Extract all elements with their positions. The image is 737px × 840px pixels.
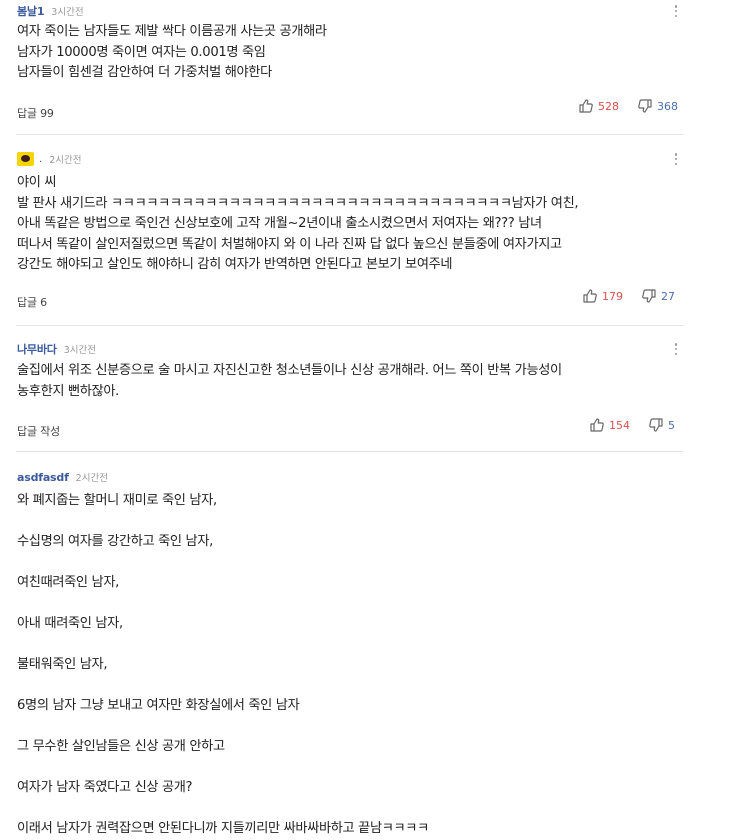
comment-meta: . 2시간전 [17,151,81,167]
comment-line: 그 무수한 살인남들은 신상 공개 안하고 [17,739,225,754]
dislike-button[interactable]: 27 [641,288,675,304]
comment-divider [16,134,683,135]
comment-line: 6명의 남자 그냥 보내고 여자만 화장실에서 죽인 남자 [17,698,300,713]
like-button[interactable]: 179 [582,288,623,304]
reply-button[interactable]: 답글 작성 [17,423,60,439]
comment-line-blank [17,676,677,697]
like-count: 528 [598,99,619,113]
comment-line: 강간도 해야되고 살인도 해야하니 감히 여자가 반역하면 안된다고 본보기 보… [17,257,453,272]
vote-group: 154 5 [589,417,675,433]
thumbs-up-icon [579,99,593,113]
comment-body: 야이 씨 발 판사 새기드라 ㅋㅋㅋㅋㅋㅋㅋㅋㅋㅋㅋㅋㅋㅋㅋㅋㅋㅋㅋㅋㅋㅋㅋㅋㅋ… [17,173,677,276]
reply-button[interactable]: 답글 6 [17,294,47,310]
comment-line: 발 판사 새기드라 ㅋㅋㅋㅋㅋㅋㅋㅋㅋㅋㅋㅋㅋㅋㅋㅋㅋㅋㅋㅋㅋㅋㅋㅋㅋㅋㅋㅋㅋㅋ… [17,195,579,211]
comment-meta: 봄날1 3시간전 [17,3,84,19]
like-count: 154 [609,418,630,432]
comment-line: 아내 때려죽인 남자, [17,616,123,631]
more-options-icon[interactable] [673,341,679,357]
comment-author[interactable]: 나무바다 [17,341,57,357]
kakao-icon [17,152,34,166]
more-options-icon[interactable] [673,151,679,167]
comment-line: 아내 똑같은 방법으로 죽인건 신상보호에 고작 개월~2년이내 출소시켰으면서… [17,216,542,231]
comment-time: 3시간전 [63,345,96,356]
comment-line: 남자가 10000명 죽이면 여자는 0.001명 죽임 [17,44,266,60]
comment-line: 불태워죽인 남자, [17,657,108,672]
comment-line-blank [17,635,677,656]
thumbs-up-icon [590,418,604,432]
thumbs-down-icon [638,99,652,113]
comment-divider [16,451,683,452]
like-button[interactable]: 528 [578,98,619,114]
like-count: 179 [602,289,623,303]
dislike-button[interactable]: 5 [648,417,675,433]
comment-line: 이래서 남자가 권력잡으면 안된다니까 지들끼리만 싸바싸바하고 끝남ㅋㅋㅋㅋ [17,821,429,836]
like-button[interactable]: 154 [589,417,630,433]
comment-divider [16,325,683,326]
comment-time: 2시간전 [75,473,108,484]
comment-line: 남자들이 힘센걸 감안하여 더 가중처벌 해야한다 [17,65,272,80]
comment-time: 3시간전 [51,7,84,18]
comment-line: 수십명의 여자를 강간하고 죽인 남자, [17,534,213,549]
comment-line: 야이 씨 [17,175,57,190]
comment-line: 술집에서 위조 신분증으로 술 마시고 자진신고한 청소년들이나 신상 공개해라… [17,363,562,378]
thumbs-down-icon [649,418,663,432]
comment-body: 술집에서 위조 신분증으로 술 마시고 자진신고한 청소년들이나 신상 공개해라… [17,361,677,402]
comment-line: 여친때려죽인 남자, [17,575,119,590]
comment-line-blank [17,758,677,779]
comment-line: 여자가 남자 죽였다고 신상 공개? [17,780,193,795]
comment-author[interactable]: 봄날1 [17,3,44,19]
more-options-icon[interactable] [673,3,679,19]
comment-author[interactable]: asdfasdf [17,471,69,484]
reply-button[interactable]: 답글 99 [17,105,54,121]
comment-meta: asdfasdf 2시간전 [17,469,108,485]
comment-body: 여자 죽이는 남자들도 제발 싹다 이름공개 사는곳 공개해라 남자가 1000… [17,22,677,84]
comment-author[interactable]: . [39,154,42,165]
comment-line-blank [17,553,677,574]
dislike-count: 27 [661,289,675,303]
comment-line: 여자 죽이는 남자들도 제발 싹다 이름공개 사는곳 공개해라 [17,24,327,39]
vote-group: 528 368 [578,98,678,114]
dislike-count: 5 [668,418,675,432]
dislike-count: 368 [657,99,678,113]
vote-group: 179 27 [582,288,675,304]
comment-meta: 나무바다 3시간전 [17,341,96,357]
thumbs-down-icon [642,289,656,303]
comment-body: 와 폐지줍는 할머니 재미로 죽인 남자, 수십명의 여자를 강간하고 죽인 남… [17,491,677,840]
comment-line-blank [17,717,677,738]
dislike-button[interactable]: 368 [637,98,678,114]
comment-line-blank [17,799,677,820]
comment-line: 농후한지 뻔하잖아. [17,383,119,399]
comment-line-blank [17,594,677,615]
comment-line: 와 폐지줍는 할머니 재미로 죽인 남자, [17,493,217,508]
comment-line-blank [17,512,677,533]
comment-line: 떠나서 똑같이 살인저질렀으면 똑같이 처벌해야지 와 이 나라 진짜 답 없다… [17,236,562,252]
thumbs-up-icon [583,289,597,303]
comment-time: 2시간전 [49,155,82,166]
